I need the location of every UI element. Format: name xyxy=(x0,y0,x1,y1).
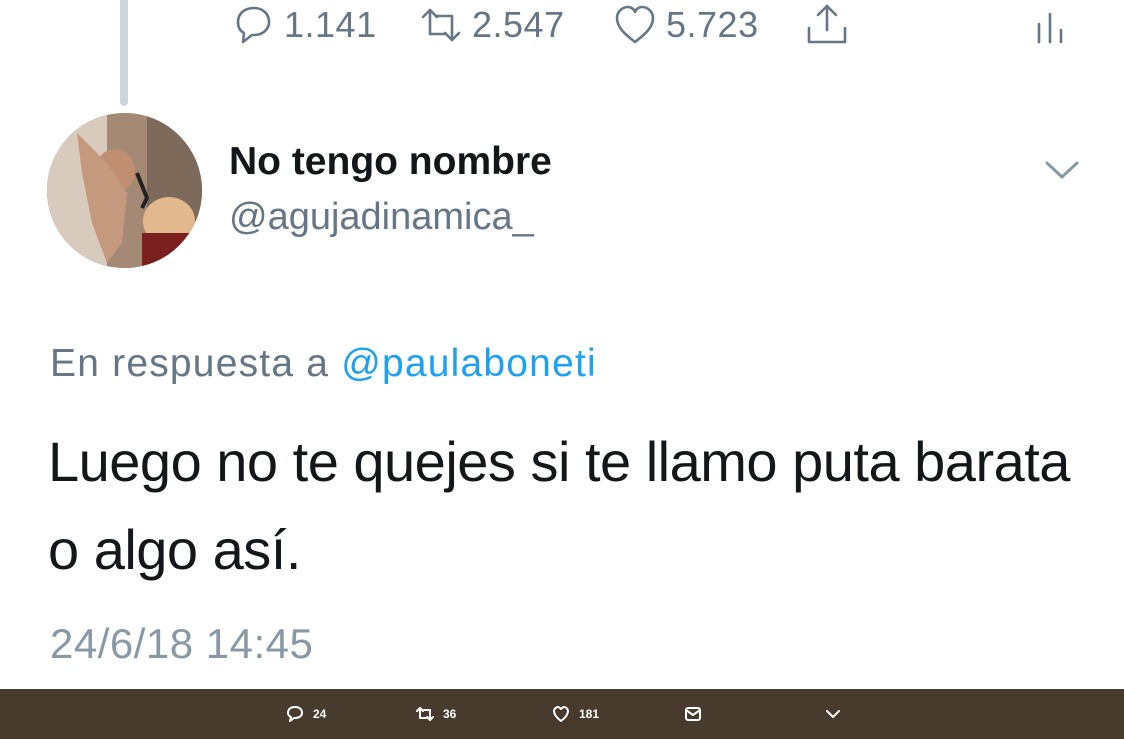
retweet-count: 2.547 xyxy=(472,4,565,45)
tweet-options-button[interactable] xyxy=(1042,150,1082,190)
like-icon xyxy=(615,5,655,44)
retweet-icon xyxy=(416,707,434,721)
tweet-text: Luego no te quejes si te llamo puta bara… xyxy=(48,430,1070,581)
retweet-icon xyxy=(421,8,461,42)
message-icon xyxy=(685,707,701,721)
display-name[interactable]: No tengo nombre xyxy=(229,140,552,184)
reply-icon xyxy=(287,706,303,722)
reply-action[interactable]: 1.141 xyxy=(230,2,377,48)
reply-mention-link[interactable]: @paulaboneti xyxy=(341,342,597,385)
share-icon xyxy=(807,4,847,44)
profile-photo xyxy=(47,113,202,268)
bottom-reply-count: 24 xyxy=(313,707,327,721)
bottom-action-bar: 24 36 181 xyxy=(0,689,1124,739)
reply-icon xyxy=(236,6,271,44)
tweet-timestamp[interactable]: 24/6/18 14:45 xyxy=(50,620,313,668)
share-action[interactable] xyxy=(804,2,850,48)
reply-context: En respuesta a @paulaboneti xyxy=(50,342,597,386)
reply-count: 1.141 xyxy=(284,4,377,45)
chevron-down-icon xyxy=(826,710,840,718)
avatar[interactable] xyxy=(47,113,202,268)
like-action[interactable]: 5.723 xyxy=(612,2,759,48)
bottom-retweet-count: 36 xyxy=(443,707,457,721)
reply-prefix: En respuesta a xyxy=(50,342,330,385)
bottom-message-action[interactable] xyxy=(684,705,702,723)
analytics-action[interactable] xyxy=(1030,2,1076,48)
analytics-icon xyxy=(1037,12,1063,44)
like-icon xyxy=(553,706,569,722)
bottom-like-action[interactable]: 181 xyxy=(552,705,599,723)
bottom-reply-action[interactable]: 24 xyxy=(286,705,326,723)
bottom-like-count: 181 xyxy=(579,707,600,721)
bottom-retweet-action[interactable]: 36 xyxy=(416,705,456,723)
bottom-more-action[interactable] xyxy=(824,705,842,723)
like-count: 5.723 xyxy=(666,4,759,45)
previous-tweet-actions: 1.141 2.547 5.723 xyxy=(0,0,1124,60)
chevron-down-icon xyxy=(1045,161,1079,179)
retweet-action[interactable]: 2.547 xyxy=(418,2,565,48)
user-handle[interactable]: @agujadinamica_ xyxy=(229,196,534,239)
